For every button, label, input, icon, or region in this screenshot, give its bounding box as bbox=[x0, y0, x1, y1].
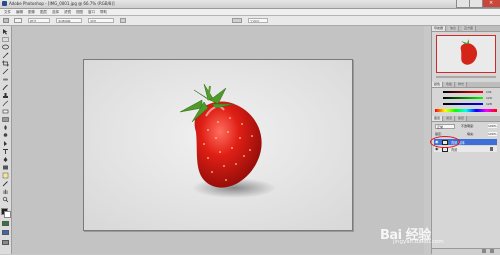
maximize-button[interactable] bbox=[469, 0, 483, 8]
color-slider-b[interactable]: 128 bbox=[435, 102, 499, 106]
tab-styles[interactable]: 样式 bbox=[456, 82, 468, 87]
mode-label: 模式 bbox=[28, 18, 50, 23]
new-layer-icon[interactable] bbox=[482, 249, 486, 253]
strawberry-photo bbox=[84, 60, 352, 230]
layer-opacity-label: 不透明度: bbox=[461, 124, 475, 128]
layer-blend-mode-select[interactable]: 正常 bbox=[435, 124, 455, 129]
color-value-g[interactable]: 129 bbox=[486, 96, 492, 100]
title-bar: Adobe Photoshop - [IMG_0001.jpg @ 66.7% … bbox=[0, 0, 500, 9]
tool-preset-icon[interactable] bbox=[3, 18, 9, 23]
healing-brush-tool-icon[interactable] bbox=[1, 76, 10, 83]
tab-channels[interactable]: 通道 bbox=[444, 116, 456, 121]
eraser-tool-icon[interactable] bbox=[1, 108, 10, 115]
layers-tabs: 图层 通道 路径 bbox=[432, 116, 500, 122]
tab-histogram[interactable]: 直方图 bbox=[462, 26, 477, 31]
layer-opacity-value[interactable]: 100% bbox=[488, 124, 497, 128]
brush-preset-icon[interactable] bbox=[14, 18, 22, 23]
document-canvas[interactable] bbox=[83, 59, 353, 231]
watermark-url: jingyan.baidu.com bbox=[393, 239, 444, 245]
zoom-tool-icon[interactable] bbox=[1, 196, 10, 203]
tab-navigator[interactable]: 导航器 bbox=[432, 26, 447, 31]
color-slider-b-track bbox=[443, 103, 483, 105]
layer-fill-label: 填充: bbox=[467, 132, 475, 136]
blur-tool-icon[interactable] bbox=[1, 124, 10, 131]
type-tool-icon[interactable] bbox=[1, 148, 10, 155]
slice-tool-icon[interactable] bbox=[1, 68, 10, 75]
shape-tool-icon[interactable] bbox=[1, 164, 10, 171]
tab-color[interactable]: 颜色 bbox=[432, 82, 444, 87]
color-slider-g-track bbox=[443, 97, 483, 99]
lasso-tool-icon[interactable] bbox=[1, 44, 10, 51]
tab-info[interactable]: 信息 bbox=[448, 26, 460, 31]
color-slider-r[interactable]: 131 bbox=[435, 90, 499, 94]
navigator-tabs: 导航器 信息 直方图 bbox=[432, 26, 500, 32]
pen-tool-icon[interactable] bbox=[1, 156, 10, 163]
navigator-zoom-slider[interactable] bbox=[436, 76, 496, 78]
magic-wand-tool-icon[interactable] bbox=[1, 52, 10, 59]
eyedropper-tool-icon[interactable] bbox=[1, 180, 10, 187]
gradient-tool-icon[interactable] bbox=[1, 116, 10, 123]
brush-tool-icon[interactable] bbox=[1, 84, 10, 91]
tab-layers[interactable]: 图层 bbox=[432, 116, 444, 121]
layer-fill-value[interactable]: 100% bbox=[488, 132, 497, 136]
clone-stamp-tool-icon[interactable] bbox=[1, 92, 10, 99]
tab-paths[interactable]: 路径 bbox=[456, 116, 468, 121]
menu-select[interactable]: 选择 bbox=[52, 10, 59, 15]
tab-swatches[interactable]: 色板 bbox=[444, 82, 456, 87]
window-title: Adobe Photoshop - [IMG_0001.jpg @ 66.7% … bbox=[9, 1, 115, 6]
delete-layer-icon[interactable] bbox=[490, 249, 494, 253]
history-brush-tool-icon[interactable] bbox=[1, 100, 10, 107]
highlight-circle bbox=[430, 136, 460, 148]
opacity-label: 不透明度 bbox=[56, 18, 82, 23]
workspace-button[interactable]: 工作区 bbox=[248, 18, 268, 23]
palettes-panel: 导航器 信息 直方图 颜色 色板 样式 131 129 128 图层 通道 路径… bbox=[430, 26, 500, 255]
photoshop-app-icon bbox=[2, 1, 7, 6]
menu-image[interactable]: 图像 bbox=[28, 10, 35, 15]
path-selection-tool-icon[interactable] bbox=[1, 140, 10, 147]
menu-help[interactable]: 帮助 bbox=[100, 10, 107, 15]
minimize-button[interactable] bbox=[456, 0, 470, 8]
layer-name: 背景 bbox=[451, 148, 458, 152]
menu-edit[interactable]: 编辑 bbox=[16, 10, 23, 15]
dodge-tool-icon[interactable] bbox=[1, 132, 10, 139]
background-color-swatch[interactable] bbox=[4, 211, 11, 218]
color-slider-g[interactable]: 129 bbox=[435, 96, 499, 100]
options-bar: 模式 不透明度 流量 工作区 bbox=[0, 16, 500, 26]
color-slider-r-track bbox=[443, 91, 483, 93]
menu-filter[interactable]: 滤镜 bbox=[64, 10, 71, 15]
lock-icon bbox=[490, 147, 493, 151]
color-value-r[interactable]: 131 bbox=[486, 90, 492, 94]
eye-icon[interactable]: ◉ bbox=[435, 147, 439, 151]
quick-mask-icon[interactable] bbox=[2, 221, 9, 226]
navigator-thumbnail[interactable] bbox=[436, 35, 496, 73]
move-tool-icon[interactable] bbox=[1, 28, 10, 35]
notes-tool-icon[interactable] bbox=[1, 172, 10, 179]
close-icon: × bbox=[489, 0, 494, 6]
hand-tool-icon[interactable] bbox=[1, 188, 10, 195]
color-spectrum-bar[interactable] bbox=[435, 109, 497, 112]
menu-window[interactable]: 窗口 bbox=[88, 10, 95, 15]
menu-file[interactable]: 文件 bbox=[4, 10, 11, 15]
file-browser-icon[interactable] bbox=[232, 18, 242, 23]
menu-layer[interactable]: 图层 bbox=[40, 10, 47, 15]
marquee-tool-icon[interactable] bbox=[1, 36, 10, 43]
close-button[interactable]: × bbox=[482, 0, 500, 8]
airbrush-icon[interactable] bbox=[120, 18, 126, 23]
flow-label: 流量 bbox=[88, 18, 114, 23]
screen-mode-icon[interactable] bbox=[2, 230, 9, 235]
color-tabs: 颜色 色板 样式 bbox=[432, 82, 500, 88]
crop-tool-icon[interactable] bbox=[1, 60, 10, 67]
color-value-b[interactable]: 128 bbox=[486, 102, 492, 106]
toolbox bbox=[0, 26, 12, 254]
menu-bar: 文件 编辑 图像 图层 选择 滤镜 视图 窗口 帮助 bbox=[0, 9, 500, 16]
menu-view[interactable]: 视图 bbox=[76, 10, 83, 15]
jump-to-imageready-icon[interactable] bbox=[2, 240, 9, 245]
